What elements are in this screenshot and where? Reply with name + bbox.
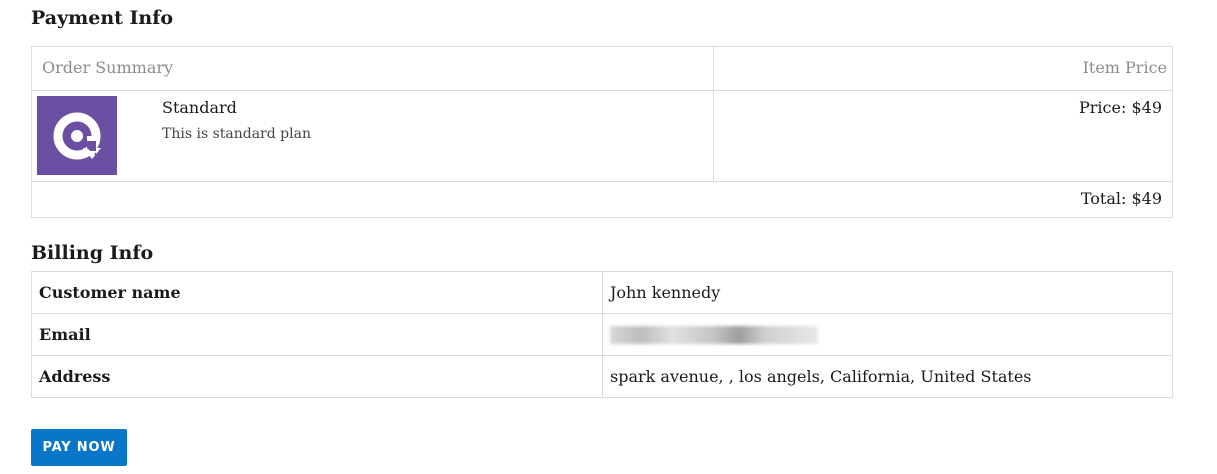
item-price: Price: $49 xyxy=(1079,98,1162,117)
address-value: spark avenue, , los angels, California, … xyxy=(602,355,1173,398)
table-row: Email xyxy=(31,313,1173,356)
table-row: Address spark avenue, , los angels, Cali… xyxy=(31,355,1173,398)
order-total-row: Total: $49 xyxy=(32,181,1172,218)
billing-info-title: Billing Info xyxy=(31,242,154,264)
order-total: Total: $49 xyxy=(1080,189,1162,208)
customer-name-label: Customer name xyxy=(31,271,603,314)
order-summary-header: Order Summary Item Price xyxy=(32,47,1172,91)
order-summary-table: Order Summary Item Price Standard This i… xyxy=(31,46,1173,218)
payment-info-title: Payment Info xyxy=(31,7,174,29)
payment-page: Payment Info Order Summary Item Price St… xyxy=(0,0,1217,474)
billing-info-table: Customer name John kennedy Email Address… xyxy=(31,271,1173,398)
address-label: Address xyxy=(31,355,603,398)
redacted-email xyxy=(610,326,818,345)
pay-now-button[interactable]: PAY NOW xyxy=(31,429,127,466)
plan-name: Standard xyxy=(162,98,237,117)
customer-name-value: John kennedy xyxy=(602,271,1173,314)
table-row: Customer name John kennedy xyxy=(31,271,1173,314)
order-summary-label: Order Summary xyxy=(42,58,174,77)
email-value xyxy=(602,313,1173,356)
app-logo-icon xyxy=(37,96,117,175)
plan-description: This is standard plan xyxy=(162,126,311,142)
order-item-row: Standard This is standard plan Price: $4… xyxy=(32,90,1172,182)
email-label: Email xyxy=(31,313,603,356)
item-price-label: Item Price xyxy=(1082,58,1167,77)
